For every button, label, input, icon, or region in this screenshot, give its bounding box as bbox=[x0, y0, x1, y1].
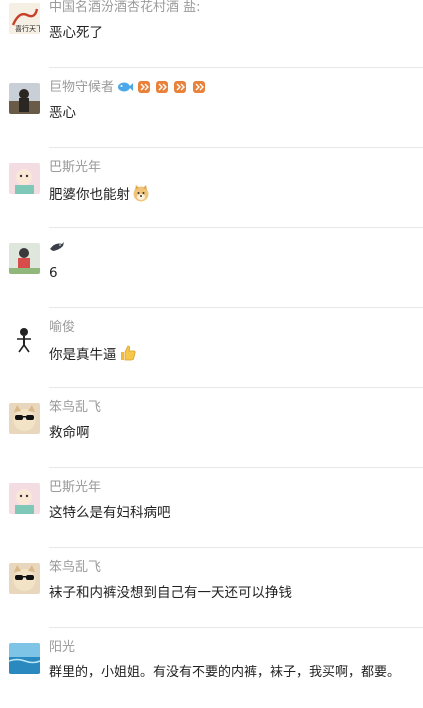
cartoon-avatar-icon[interactable] bbox=[9, 163, 40, 194]
comment-text: 6 bbox=[49, 265, 58, 281]
comment-author[interactable]: 巴斯光年 bbox=[49, 160, 101, 176]
comment-item: 巴斯光年 这特么是有妇科病吧 bbox=[0, 468, 423, 548]
person-avatar-icon[interactable] bbox=[9, 243, 40, 274]
dolphin-badge-icon bbox=[50, 242, 64, 251]
comment-item: 笨鸟乱飞 救命啊 bbox=[0, 388, 423, 468]
cat-sunglasses-avatar-icon[interactable] bbox=[9, 403, 40, 434]
calligraphy-avatar-icon[interactable]: 喜行天下 bbox=[9, 3, 40, 34]
comment-text-row: 肥婆你也能射 bbox=[49, 184, 150, 207]
comment-author-row: 巨物守候者 bbox=[49, 80, 206, 99]
thumbs-up-emoji-icon bbox=[119, 344, 137, 367]
comment-item: 喻俊 你是真牛逼 bbox=[0, 308, 423, 388]
rank-badge-icon bbox=[192, 81, 205, 93]
doge-emoji-icon bbox=[132, 184, 150, 207]
cat-sunglasses-avatar-icon[interactable] bbox=[9, 563, 40, 594]
comment-author[interactable]: 阳光 bbox=[49, 640, 75, 656]
comment-list: 喜行天下 中国名酒汾酒杏花村酒 盐: 恶心死了 巨物守候者 恶心 巴斯光年 肥婆… bbox=[0, 0, 423, 701]
comment-text-row: 你是真牛逼 bbox=[49, 344, 137, 367]
comment-author[interactable]: 中国名酒汾酒杏花村酒 盐: bbox=[49, 0, 201, 16]
comment-item: 6 bbox=[0, 228, 423, 308]
comment-text: 你是真牛逼 bbox=[49, 347, 117, 363]
comment-author-row bbox=[49, 240, 65, 259]
comment-text: 袜子和内裤没想到自己有一天还可以挣钱 bbox=[49, 585, 292, 601]
comment-author[interactable]: 笨鸟乱飞 bbox=[49, 400, 101, 416]
fish-badge-icon bbox=[118, 82, 134, 92]
comment-text: 救命啊 bbox=[49, 425, 90, 441]
rank-badge-icon bbox=[138, 81, 151, 93]
comment-item: 阳光 群里的，小姐姐。有没有不要的内裤，袜子，我买啊，都要。 bbox=[0, 628, 423, 708]
cartoon-avatar-icon[interactable] bbox=[9, 483, 40, 514]
comment-text: 这特么是有妇科病吧 bbox=[49, 505, 171, 521]
name-badges bbox=[49, 240, 65, 259]
comment-author[interactable]: 巴斯光年 bbox=[49, 480, 101, 496]
comment-item: 笨鸟乱飞 袜子和内裤没想到自己有一天还可以挣钱 bbox=[0, 548, 423, 628]
avatar-text: 喜行天下 bbox=[15, 24, 40, 33]
comment-text: 肥婆你也能射 bbox=[49, 187, 130, 203]
comment-author[interactable]: 喻俊 bbox=[49, 320, 75, 336]
comment-text: 恶心 bbox=[49, 105, 76, 121]
comment-item: 巨物守候者 恶心 bbox=[0, 68, 423, 148]
comment-item: 喜行天下 中国名酒汾酒杏花村酒 盐: 恶心死了 bbox=[0, 0, 423, 68]
comment-text: 恶心死了 bbox=[49, 25, 103, 41]
stick-figure-avatar-icon[interactable] bbox=[9, 323, 40, 354]
person-silhouette-avatar-icon[interactable] bbox=[9, 83, 40, 114]
comment-author[interactable]: 笨鸟乱飞 bbox=[49, 560, 101, 576]
rank-badge-icon bbox=[156, 81, 169, 93]
name-badges bbox=[117, 80, 206, 99]
comment-text: 群里的，小姐姐。有没有不要的内裤，袜子，我买啊，都要。 bbox=[49, 665, 401, 680]
comment-item: 巴斯光年 肥婆你也能射 bbox=[0, 148, 423, 228]
comment-author[interactable]: 巨物守候者 bbox=[49, 80, 114, 95]
rank-badge-icon bbox=[174, 81, 187, 93]
ocean-avatar-icon[interactable] bbox=[9, 643, 40, 674]
